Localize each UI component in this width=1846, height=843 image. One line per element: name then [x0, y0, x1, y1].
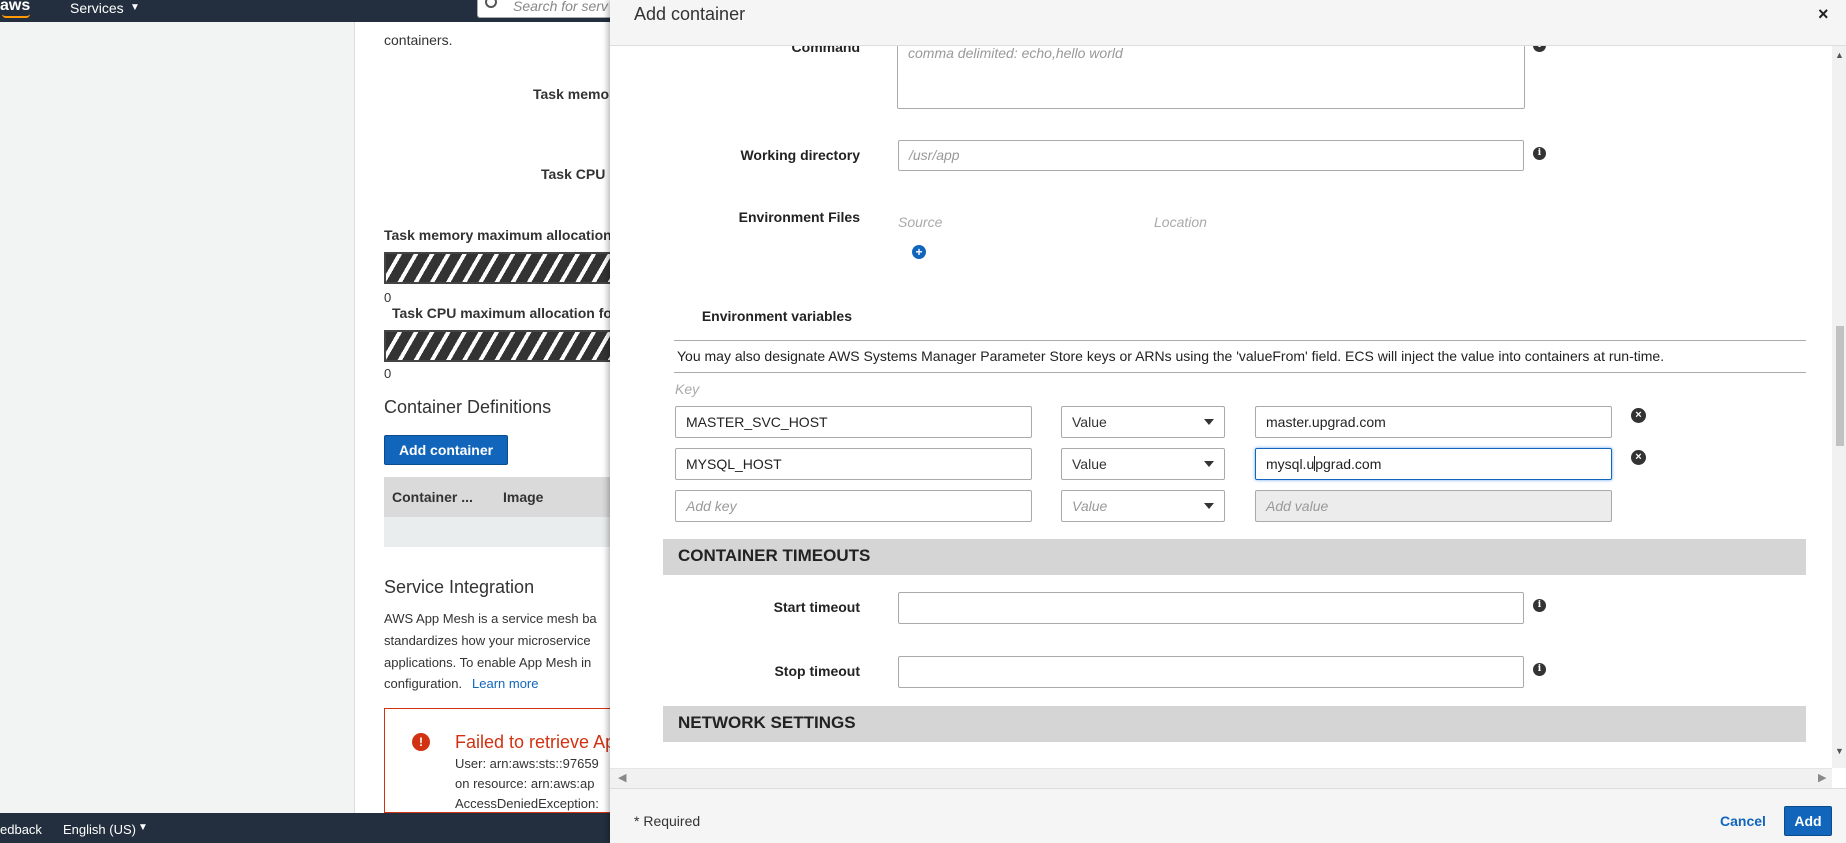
add-container-button[interactable]: Add container: [384, 435, 508, 465]
working-directory-input[interactable]: /usr/app: [898, 140, 1524, 171]
start-timeout-info-icon[interactable]: i: [1533, 599, 1546, 612]
scroll-right-icon[interactable]: ▶: [1818, 771, 1826, 784]
add-container-modal: Add container × Command comma delimited:…: [610, 0, 1846, 843]
service-integration-heading: Service Integration: [384, 577, 535, 597]
service-integration-line-3: applications. To enable App Mesh in: [384, 655, 592, 670]
command-textarea[interactable]: comma delimited: echo,hello world: [897, 46, 1525, 109]
error-line-3: AccessDeniedException:: [455, 796, 599, 811]
modal-body: Command comma delimited: echo,hello worl…: [610, 46, 1846, 768]
command-info-icon[interactable]: i: [1533, 46, 1546, 52]
env-type-select-1-value: Value: [1072, 414, 1107, 430]
console-footer: edback English (US) ▼: [0, 813, 610, 843]
remove-env-row-1-icon[interactable]: ×: [1631, 408, 1646, 423]
error-title: Failed to retrieve Ap: [455, 732, 610, 752]
env-add-type-select[interactable]: Value: [1061, 490, 1225, 522]
service-integration-line-2: standardizes how your microservice: [384, 633, 591, 648]
env-type-select-1[interactable]: Value: [1061, 406, 1225, 438]
cpu-max-allocation-label: Task CPU maximum allocation fo: [392, 305, 612, 321]
required-note: * Required: [634, 813, 701, 829]
scroll-left-icon[interactable]: ◀: [618, 771, 626, 784]
feedback-link[interactable]: edback: [0, 822, 42, 837]
container-table-empty-row: [384, 517, 615, 547]
left-rail: [0, 22, 355, 813]
start-timeout-input[interactable]: [898, 592, 1524, 624]
horizontal-scrollbar[interactable]: [610, 768, 1832, 788]
scroll-up-icon[interactable]: ▲: [1835, 50, 1844, 60]
services-menu[interactable]: Services: [70, 0, 124, 16]
command-label: Command: [791, 46, 860, 55]
remove-env-row-2-icon[interactable]: ×: [1631, 450, 1646, 465]
container-timeouts-heading: CONTAINER TIMEOUTS: [678, 546, 871, 565]
memory-allocation-bar: [384, 252, 644, 284]
add-button[interactable]: Add: [1784, 806, 1832, 836]
close-icon[interactable]: ×: [1818, 4, 1829, 25]
stop-timeout-input[interactable]: [898, 656, 1524, 688]
caret-down-icon: [1204, 461, 1214, 467]
cpu-zero: 0: [384, 366, 392, 381]
env-files-location-column: Location: [1154, 214, 1207, 230]
col-image[interactable]: Image: [503, 489, 543, 505]
service-integration-line-4: configuration.: [384, 676, 463, 691]
task-cpu-label: Task CPU: [541, 166, 606, 182]
cancel-button[interactable]: Cancel: [1708, 806, 1778, 836]
memory-max-allocation-label: Task memory maximum allocation: [384, 227, 610, 243]
error-line-1: User: arn:aws:sts::97659: [455, 756, 599, 771]
task-memory-label: Task memo: [533, 86, 609, 102]
add-environment-file-plus-icon[interactable]: +: [912, 245, 926, 259]
start-timeout-label: Start timeout: [773, 599, 860, 615]
env-files-source-column: Source: [898, 214, 943, 230]
caret-down-icon: ▼: [138, 822, 148, 833]
learn-more-link[interactable]: Learn more: [472, 676, 538, 691]
env-add-key-input[interactable]: Add key: [675, 490, 1032, 522]
env-add-type-select-value: Value: [1072, 498, 1108, 514]
env-value-input-2[interactable]: mysql.upgrad.com: [1255, 448, 1612, 480]
service-integration-line-1: AWS App Mesh is a service mesh ba: [384, 611, 597, 626]
env-type-select-2[interactable]: Value: [1061, 448, 1225, 480]
containers-text: containers.: [384, 32, 453, 48]
aws-logo[interactable]: aws: [0, 0, 30, 15]
environment-files-label: Environment Files: [738, 209, 860, 225]
modal-header: Add container ×: [610, 0, 1846, 46]
stop-timeout-info-icon[interactable]: i: [1533, 663, 1546, 676]
modal-title: Add container: [634, 4, 746, 24]
env-type-select-2-value: Value: [1072, 456, 1107, 472]
col-container[interactable]: Container ...: [392, 489, 473, 505]
modal-footer: * Required Cancel Add: [610, 788, 1846, 843]
cpu-allocation-bar: [384, 330, 644, 362]
language-selector[interactable]: English (US): [63, 822, 136, 837]
scroll-down-icon[interactable]: ▼: [1835, 746, 1844, 756]
env-key-input-1[interactable]: MASTER_SVC_HOST: [675, 406, 1032, 438]
vertical-scrollbar-thumb[interactable]: [1836, 326, 1844, 446]
container-table-header: Container ... Image: [384, 477, 615, 517]
caret-down-icon: [1204, 503, 1214, 509]
env-key-column: Key: [675, 381, 700, 397]
search-placeholder: Search for serv: [513, 0, 608, 14]
env-value-2-after-cursor: pgrad.com: [1315, 456, 1382, 472]
network-settings-heading: NETWORK SETTINGS: [678, 713, 856, 732]
stop-timeout-label: Stop timeout: [774, 663, 860, 679]
divider: [674, 340, 1806, 341]
error-icon: !: [412, 733, 430, 751]
memory-zero: 0: [384, 290, 392, 305]
container-definitions-heading: Container Definitions: [384, 397, 552, 417]
working-directory-label: Working directory: [740, 147, 860, 163]
env-value-input-1[interactable]: master.upgrad.com: [1255, 406, 1612, 438]
caret-down-icon: [1204, 419, 1214, 425]
env-add-value-input: Add value: [1255, 490, 1612, 522]
env-value-2-before-cursor: mysql.u: [1266, 456, 1315, 472]
divider: [674, 372, 1806, 373]
error-line-2: on resource: arn:aws:ap: [455, 776, 595, 791]
caret-down-icon: ▼: [130, 2, 140, 13]
env-key-input-2[interactable]: MYSQL_HOST: [675, 448, 1032, 480]
environment-variables-label: Environment variables: [701, 308, 852, 324]
aws-smile-icon: [2, 14, 30, 18]
working-directory-info-icon[interactable]: i: [1533, 147, 1546, 160]
value-from-note: You may also designate AWS Systems Manag…: [677, 348, 1665, 364]
